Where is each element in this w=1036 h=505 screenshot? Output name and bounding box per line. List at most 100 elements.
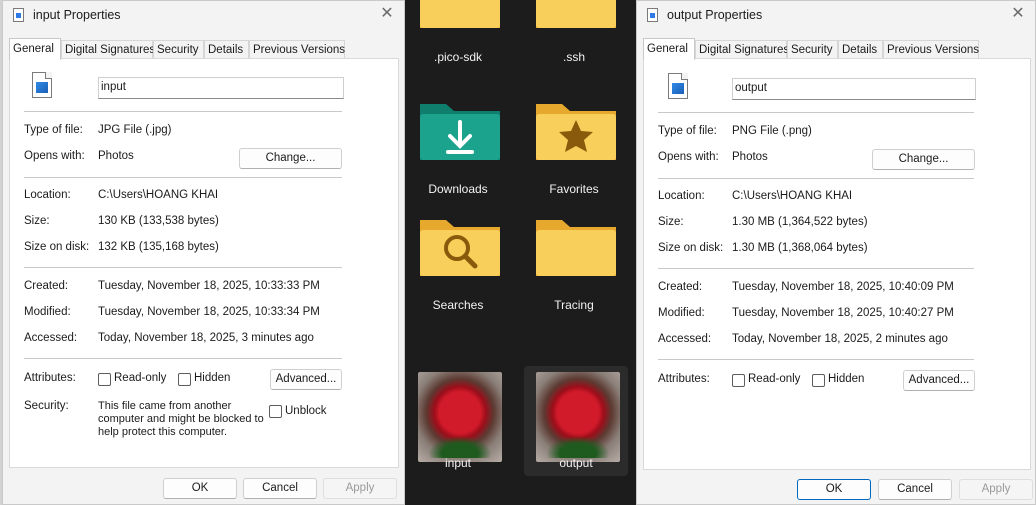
- readonly-checkbox[interactable]: [732, 374, 745, 387]
- file-label: input: [444, 456, 472, 470]
- folder-label: Downloads: [428, 182, 488, 196]
- advanced-button[interactable]: Advanced...: [903, 370, 975, 391]
- location-label: Location:: [24, 189, 71, 201]
- security-message: This file came from another computer and…: [98, 400, 264, 439]
- divider: [24, 358, 342, 359]
- created-value: Tuesday, November 18, 2025, 10:40:09 PM: [732, 281, 954, 293]
- size-on-disk-label: Size on disk:: [658, 242, 724, 254]
- change-button[interactable]: Change...: [872, 149, 975, 170]
- folder-icon: [420, 0, 500, 28]
- cancel-button[interactable]: Cancel: [243, 478, 317, 499]
- filename-field[interactable]: output: [732, 78, 976, 100]
- folder-item-favorites[interactable]: Favorites: [522, 92, 626, 202]
- tab-details[interactable]: Details: [838, 40, 883, 58]
- ok-button[interactable]: OK: [163, 478, 237, 499]
- attributes-label: Attributes:: [24, 372, 76, 384]
- input-properties-dialog: input Properties ✕ General Digital Signa…: [2, 0, 405, 505]
- tab-previous-versions[interactable]: Previous Versions: [883, 40, 979, 58]
- output-properties-dialog: output Properties ✕ General Digital Sign…: [636, 0, 1036, 505]
- opens-with-value: Photos: [98, 150, 134, 162]
- file-item-output[interactable]: output: [524, 366, 628, 476]
- location-label: Location:: [658, 190, 705, 202]
- file-item-input[interactable]: input: [406, 366, 510, 476]
- security-line: This file came from another: [98, 400, 232, 412]
- cancel-button[interactable]: Cancel: [878, 479, 952, 500]
- file-icon: [13, 8, 24, 22]
- unblock-checkbox[interactable]: [269, 405, 282, 418]
- image-file-icon: [32, 72, 52, 98]
- location-value: C:\Users\HOANG KHAI: [98, 189, 219, 201]
- security-line: help protect this computer.: [98, 426, 228, 438]
- tab-digital-signatures[interactable]: Digital Signatures: [695, 40, 789, 58]
- folder-icon: [536, 220, 616, 276]
- general-panel: input Type of file: JPG File (.jpg) Open…: [9, 58, 399, 468]
- unblock-label: Unblock: [285, 405, 327, 417]
- opens-with-label: Opens with:: [24, 150, 85, 162]
- size-value: 130 KB (133,538 bytes): [98, 215, 219, 227]
- type-label: Type of file:: [24, 124, 83, 136]
- filename-field[interactable]: input: [98, 77, 344, 99]
- size-value: 1.30 MB (1,364,522 bytes): [732, 216, 868, 228]
- tab-details[interactable]: Details: [204, 40, 249, 58]
- folder-label: Searches: [432, 298, 484, 312]
- folder-label: Favorites: [549, 182, 599, 196]
- divider: [24, 267, 342, 268]
- close-icon[interactable]: ✕: [378, 5, 396, 23]
- dialog-title: output Properties: [667, 8, 763, 22]
- opens-with-value: Photos: [732, 151, 768, 163]
- image-thumbnail: [536, 372, 620, 462]
- hidden-label: Hidden: [194, 372, 231, 384]
- tab-general[interactable]: General: [643, 38, 695, 60]
- size-on-disk-value: 1.30 MB (1,368,064 bytes): [732, 242, 868, 254]
- size-label: Size:: [658, 216, 684, 228]
- folder-item-ssh[interactable]: .ssh: [522, 0, 626, 70]
- attributes-label: Attributes:: [658, 373, 710, 385]
- file-explorer-grid: .pico-sdk .ssh Downloads Favorites Searc…: [405, 0, 636, 505]
- divider: [658, 268, 974, 269]
- security-line: computer and might be blocked to: [98, 413, 264, 425]
- modified-label: Modified:: [24, 306, 71, 318]
- downloads-folder-icon: [420, 104, 500, 160]
- searches-folder-icon: [420, 220, 500, 276]
- created-value: Tuesday, November 18, 2025, 10:33:33 PM: [98, 280, 320, 292]
- divider: [24, 177, 342, 178]
- divider: [24, 111, 342, 112]
- general-panel: output Type of file: PNG File (.png) Ope…: [643, 58, 1031, 470]
- folder-item-pico-sdk[interactable]: .pico-sdk: [406, 0, 510, 70]
- folder-item-searches[interactable]: Searches: [406, 208, 510, 318]
- tab-general[interactable]: General: [9, 38, 61, 60]
- tab-previous-versions[interactable]: Previous Versions: [249, 40, 345, 58]
- accessed-value: Today, November 18, 2025, 3 minutes ago: [98, 332, 314, 344]
- modified-value: Tuesday, November 18, 2025, 10:33:34 PM: [98, 306, 320, 318]
- folder-label: Tracing: [554, 298, 594, 312]
- file-label: output: [559, 456, 593, 470]
- divider: [658, 178, 974, 179]
- readonly-label: Read-only: [114, 372, 167, 384]
- tab-security[interactable]: Security: [787, 40, 838, 58]
- type-label: Type of file:: [658, 125, 717, 137]
- ok-button[interactable]: OK: [797, 479, 871, 500]
- favorites-folder-icon: [536, 104, 616, 160]
- size-on-disk-label: Size on disk:: [24, 241, 90, 253]
- modified-label: Modified:: [658, 307, 705, 319]
- folder-item-downloads[interactable]: Downloads: [406, 92, 510, 202]
- folder-item-tracing[interactable]: Tracing: [522, 208, 626, 318]
- modified-value: Tuesday, November 18, 2025, 10:40:27 PM: [732, 307, 954, 319]
- tab-security[interactable]: Security: [153, 40, 204, 58]
- folder-icon: [536, 0, 616, 28]
- tab-digital-signatures[interactable]: Digital Signatures: [61, 40, 155, 58]
- readonly-checkbox[interactable]: [98, 373, 111, 386]
- advanced-button[interactable]: Advanced...: [270, 369, 342, 390]
- accessed-label: Accessed:: [658, 333, 712, 345]
- apply-button[interactable]: Apply: [959, 479, 1033, 500]
- size-label: Size:: [24, 215, 50, 227]
- hidden-checkbox[interactable]: [812, 374, 825, 387]
- title-bar: input Properties ✕: [3, 1, 404, 31]
- close-icon[interactable]: ✕: [1009, 5, 1027, 23]
- hidden-checkbox[interactable]: [178, 373, 191, 386]
- image-file-icon: [668, 73, 688, 99]
- change-button[interactable]: Change...: [239, 148, 342, 169]
- hidden-label: Hidden: [828, 373, 865, 385]
- apply-button[interactable]: Apply: [323, 478, 397, 499]
- folder-label: .pico-sdk: [433, 50, 483, 64]
